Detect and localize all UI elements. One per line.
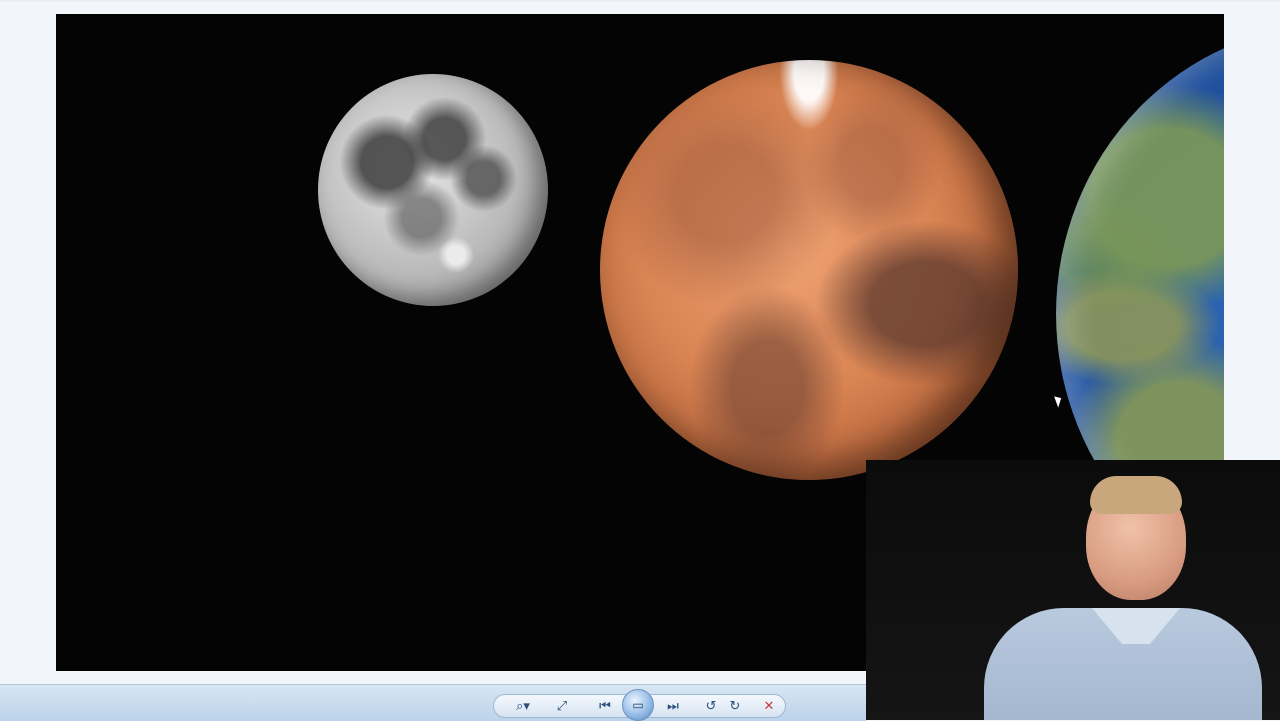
playback-controls: ⌕▾ ⤢ ⏮ ▭ ⏭ ↺ ↻ ✕ xyxy=(493,689,786,721)
mouse-cursor-icon xyxy=(1054,394,1064,408)
delete-icon: ✕ xyxy=(763,698,775,714)
rotate-right-button[interactable]: ↻ xyxy=(724,695,746,717)
next-button[interactable]: ⏭ xyxy=(658,695,688,717)
delete-button[interactable]: ✕ xyxy=(758,695,780,717)
rotate-left-icon: ↺ xyxy=(705,698,717,714)
next-icon: ⏭ xyxy=(667,698,679,714)
moon-image xyxy=(318,74,548,306)
fit-icon: ⤢ xyxy=(556,698,568,714)
window-top-border xyxy=(0,0,1280,4)
previous-icon: ⏮ xyxy=(599,698,611,714)
rotate-right-icon: ↻ xyxy=(729,698,741,714)
webcam-overlay xyxy=(866,460,1280,720)
presenter-collar xyxy=(1092,608,1180,648)
previous-button[interactable]: ⏮ xyxy=(590,695,620,717)
presenter-hair xyxy=(1090,476,1182,514)
slideshow-icon: ▭ xyxy=(632,698,644,712)
zoom-button[interactable]: ⌕▾ xyxy=(506,695,540,717)
rotate-left-button[interactable]: ↺ xyxy=(700,695,722,717)
slideshow-button[interactable]: ▭ xyxy=(622,689,654,721)
zoom-icon: ⌕▾ xyxy=(516,698,530,714)
mars-image xyxy=(600,60,1018,480)
fit-button[interactable]: ⤢ xyxy=(550,695,574,717)
